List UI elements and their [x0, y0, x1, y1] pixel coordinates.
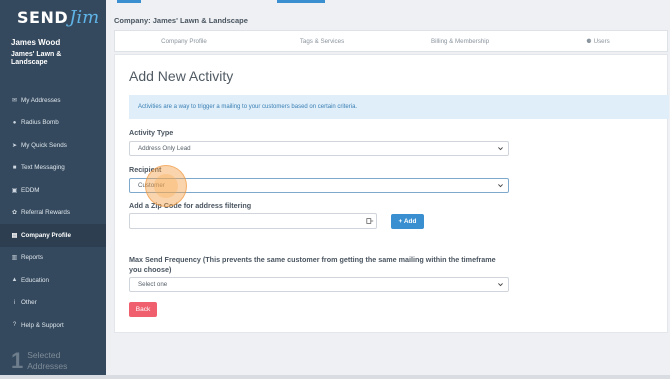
- activity-type-value: Address Only Lead: [138, 145, 191, 152]
- sidebar-item-label: Referral Rewards: [21, 209, 70, 217]
- top-bar: [106, 0, 670, 8]
- map-pin-icon: ●: [12, 119, 17, 126]
- click-indicator: [145, 165, 187, 207]
- sidebar-item-label: Help & Support: [21, 321, 64, 329]
- sidebar-item-reports[interactable]: ▥ Reports: [0, 247, 106, 270]
- user-company: James' Lawn & Landscape: [11, 51, 62, 66]
- selected-addresses-counter: 1 Selected Addresses: [11, 350, 67, 372]
- sidebar-item-referral-rewards[interactable]: ✿ Referral Rewards: [0, 202, 106, 225]
- sidebar-item-label: Education: [21, 276, 50, 284]
- add-zip-button[interactable]: + Add: [391, 214, 424, 229]
- max-send-frequency-select[interactable]: Select one: [129, 277, 509, 292]
- selected-label-line2: Addresses: [27, 361, 68, 371]
- report-icon: ▥: [11, 255, 18, 262]
- sidebar-item-label: Text Messaging: [21, 164, 65, 172]
- sidebar-item-radius-bomb[interactable]: ● Radius Bomb: [0, 112, 106, 135]
- profile-tabs: Company Profile Tags & Services Billing …: [114, 30, 668, 52]
- chevron-down-icon: [498, 283, 503, 287]
- sidebar-item-label: Radius Bomb: [21, 119, 59, 127]
- activity-type-label: Activity Type: [129, 128, 174, 137]
- tab-billing-membership[interactable]: Billing & Membership: [391, 31, 529, 51]
- users-icon: ⚈: [586, 38, 592, 45]
- app: SEND Jim James Wood James' Lawn & Landsc…: [0, 0, 670, 379]
- chevron-down-icon: [498, 147, 503, 151]
- info-icon: i: [13, 299, 16, 306]
- sidebar-item-label: My Quick Sends: [21, 141, 67, 149]
- sidebar-item-label: Reports: [21, 254, 44, 262]
- sendjim-logo[interactable]: SEND Jim: [17, 7, 99, 33]
- selected-label-line1: Selected: [27, 350, 61, 360]
- max-send-frequency-value: Select one: [138, 281, 168, 288]
- bottom-strip: [0, 375, 670, 379]
- user-name: James Wood: [11, 38, 61, 47]
- activity-type-select[interactable]: Address Only Lead: [129, 141, 509, 156]
- gift-icon: ✿: [11, 210, 18, 217]
- company-header: Company: James' Lawn & Landscape: [114, 16, 248, 25]
- logo-send-text: SEND: [17, 8, 69, 27]
- selected-label: Selected Addresses: [27, 350, 67, 372]
- sidebar-item-text-messaging[interactable]: ■ Text Messaging: [0, 157, 106, 180]
- sidebar-item-label: Other: [21, 299, 37, 307]
- selected-count: 1: [11, 348, 24, 373]
- tab-users-label: Users: [593, 37, 610, 45]
- sidebar-item-my-addresses[interactable]: ✉ My Addresses: [0, 89, 106, 112]
- building-icon: ▤: [11, 232, 18, 239]
- top-tab-indicator-active[interactable]: [277, 0, 325, 3]
- education-icon: ▲: [11, 277, 18, 284]
- sidebar-item-label: Company Profile: [21, 231, 72, 239]
- sidebar-item-my-quick-sends[interactable]: ➤ My Quick Sends: [0, 134, 106, 157]
- zip-code-input[interactable]: [129, 213, 377, 229]
- tab-tags-services[interactable]: Tags & Services: [253, 31, 391, 51]
- sidebar-item-label: EDDM: [21, 186, 40, 194]
- sidebar-item-help-support[interactable]: ? Help & Support: [0, 314, 106, 337]
- mailbox-icon: ▣: [11, 187, 18, 194]
- help-icon: ?: [12, 322, 17, 329]
- sidebar-item-label: My Addresses: [21, 96, 61, 104]
- envelope-icon: ✉: [11, 97, 18, 104]
- sidebar-item-education[interactable]: ▲ Education: [0, 269, 106, 292]
- tab-users[interactable]: ⚈ Users: [529, 31, 667, 51]
- chat-icon: ■: [12, 164, 17, 171]
- max-send-frequency-label: Max Send Frequency (This prevents the sa…: [129, 255, 496, 274]
- tab-company-profile[interactable]: Company Profile: [115, 31, 253, 51]
- info-alert: Activities are a way to trigger a mailin…: [129, 95, 669, 119]
- zip-code-label: Add a Zip Code for address filtering: [129, 201, 252, 210]
- sidebar-nav: ✉ My Addresses ● Radius Bomb ➤ My Quick Sen…: [0, 89, 106, 337]
- logo-jim-text: Jim: [69, 7, 100, 28]
- page-title: Add New Activity: [129, 68, 234, 84]
- sidebar-item-company-profile[interactable]: ▤ Company Profile: [0, 224, 106, 247]
- top-tab-indicator[interactable]: [117, 0, 141, 3]
- send-icon: ➤: [11, 142, 18, 149]
- add-activity-card: Add New Activity Activities are a way to…: [114, 54, 669, 333]
- back-button[interactable]: Back: [129, 302, 157, 317]
- chevron-down-icon: [498, 184, 503, 188]
- sidebar-item-other[interactable]: i Other: [0, 292, 106, 315]
- autofill-key-icon[interactable]: [366, 217, 374, 225]
- sidebar-item-eddm[interactable]: ▣ EDDM: [0, 179, 106, 202]
- sidebar: SEND Jim James Wood James' Lawn & Landsc…: [0, 0, 106, 375]
